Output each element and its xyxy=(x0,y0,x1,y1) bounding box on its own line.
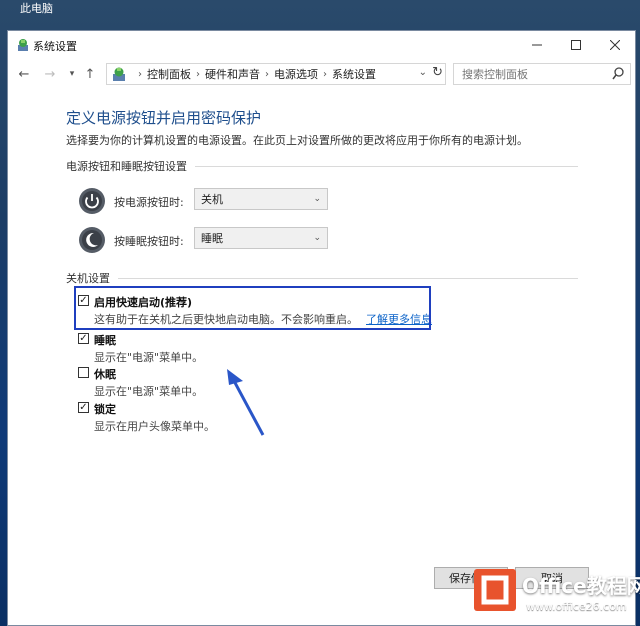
section-divider xyxy=(195,165,578,167)
sleep-checkbox[interactable]: ✓ xyxy=(78,333,89,344)
minimize-button[interactable] xyxy=(517,31,557,59)
breadcrumb-control-panel[interactable]: 控制面板 xyxy=(147,66,191,82)
hibernate-description: 显示在"电源"菜单中。 xyxy=(94,385,204,398)
watermark-url: www.office26.com xyxy=(526,600,627,613)
search-icon[interactable] xyxy=(612,67,624,81)
breadcrumb-system-settings[interactable]: 系统设置 xyxy=(332,66,376,82)
control-panel-icon xyxy=(113,67,125,81)
sleep-button-label: 按睡眠按钮时: xyxy=(114,235,184,248)
system-settings-window: 系统设置 ← → ▾ ↑ › 控制面板 › 硬件和声音 › 电源选项 › 系统设… xyxy=(7,30,636,626)
refresh-icon[interactable]: ↻ xyxy=(432,65,443,80)
breadcrumb-separator: › xyxy=(196,68,200,80)
sleep-description: 显示在"电源"菜单中。 xyxy=(94,351,204,364)
sleep-button-select[interactable]: 睡眠 ⌄ xyxy=(194,227,328,249)
page-title: 定义电源按钮并启用密码保护 xyxy=(66,109,262,127)
forward-arrow-icon: → xyxy=(44,66,56,82)
search-box xyxy=(453,63,631,85)
sleep-button-icon xyxy=(79,227,105,253)
breadcrumb-hardware-sound[interactable]: 硬件和声音 xyxy=(205,66,260,82)
forward-button[interactable]: → xyxy=(42,65,58,83)
shutdown-section-header: 关机设置 xyxy=(66,270,578,286)
desktop-label: 此电脑 xyxy=(20,2,53,15)
power-buttons-section-header: 电源按钮和睡眠按钮设置 xyxy=(66,158,578,174)
watermark-brand: Office教程网 xyxy=(522,574,640,598)
breadcrumb-power-options[interactable]: 电源选项 xyxy=(274,66,318,82)
close-icon xyxy=(610,40,620,50)
lock-title: 锁定 xyxy=(94,403,116,416)
section-header-label: 关机设置 xyxy=(66,272,110,285)
pointer-arrow-icon xyxy=(227,369,265,436)
back-button[interactable]: ← xyxy=(16,65,32,83)
title-bar: 系统设置 xyxy=(8,31,635,59)
office-logo-icon xyxy=(474,569,516,611)
up-arrow-icon: ↑ xyxy=(84,66,96,82)
maximize-icon xyxy=(571,40,581,50)
maximize-button[interactable] xyxy=(556,31,596,59)
search-input[interactable] xyxy=(460,66,614,82)
power-button-row: 按电源按钮时: 关机 ⌄ xyxy=(78,186,328,216)
window-title: 系统设置 xyxy=(33,40,77,53)
sleep-button-value: 睡眠 xyxy=(201,232,223,245)
address-row: ← → ▾ ↑ › 控制面板 › 硬件和声音 › 电源选项 › 系统设置 ⌄ ↻ xyxy=(8,61,635,87)
lock-description: 显示在用户头像菜单中。 xyxy=(94,420,215,433)
hibernate-title: 休眠 xyxy=(94,368,116,381)
close-button[interactable] xyxy=(595,31,635,59)
section-header-label: 电源按钮和睡眠按钮设置 xyxy=(66,160,187,173)
sleep-button-row: 按睡眠按钮时: 睡眠 ⌄ xyxy=(78,225,328,255)
chevron-down-icon: ⌄ xyxy=(313,194,321,204)
hibernate-checkbox[interactable] xyxy=(78,367,89,378)
page-description: 选择要为你的计算机设置的电源设置。在此页上对设置所做的更改将应用于你所有的电源计… xyxy=(66,134,528,147)
watermark-badge: Office教程网 www.office26.com xyxy=(470,566,640,624)
back-arrow-icon: ← xyxy=(18,66,30,82)
address-bar[interactable]: › 控制面板 › 硬件和声音 › 电源选项 › 系统设置 ⌄ ↻ xyxy=(106,63,446,85)
section-divider xyxy=(118,277,578,279)
address-dropdown-icon[interactable]: ⌄ xyxy=(419,67,427,78)
power-button-value: 关机 xyxy=(201,193,223,206)
breadcrumb-separator: › xyxy=(138,68,142,80)
sleep-title: 睡眠 xyxy=(94,334,116,347)
chevron-down-icon: ▾ xyxy=(69,69,75,79)
power-button-select[interactable]: 关机 ⌄ xyxy=(194,188,328,210)
chevron-down-icon: ⌄ xyxy=(313,233,321,243)
minimize-icon xyxy=(532,44,542,46)
power-button-icon xyxy=(79,188,105,214)
recent-locations-button[interactable]: ▾ xyxy=(64,65,80,83)
power-button-label: 按电源按钮时: xyxy=(114,196,184,209)
control-panel-icon xyxy=(18,39,28,51)
up-button[interactable]: ↑ xyxy=(82,65,98,83)
lock-checkbox[interactable]: ✓ xyxy=(78,402,89,413)
breadcrumb-separator: › xyxy=(265,68,269,80)
breadcrumb-separator: › xyxy=(323,68,327,80)
fast-startup-highlight xyxy=(74,286,431,330)
